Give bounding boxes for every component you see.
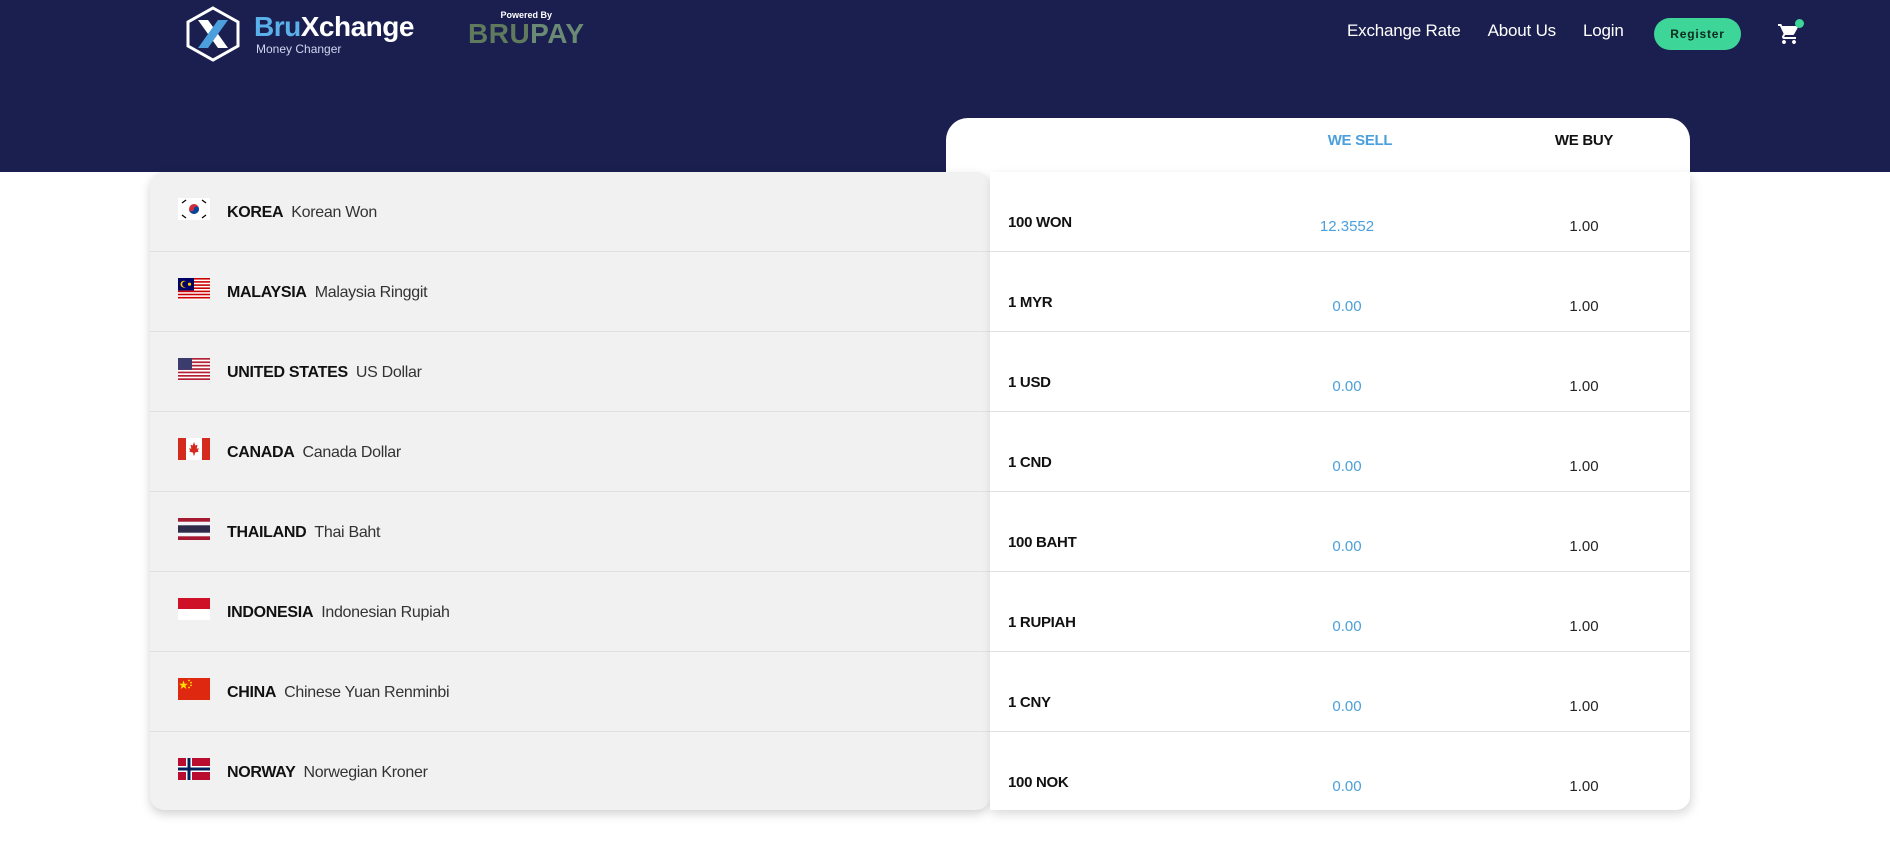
- country-row[interactable]: NORWAY Norwegian Kroner: [150, 732, 990, 810]
- buy-rate: 1.00: [1569, 778, 1599, 795]
- currency-name: Norwegian Kroner: [303, 764, 428, 781]
- sell-rate: 0.00: [1332, 298, 1362, 315]
- currency-name: Korean Won: [291, 204, 377, 221]
- canada-flag-icon: [178, 438, 210, 460]
- sell-rate: 0.00: [1332, 458, 1362, 475]
- sell-rate: 0.00: [1332, 698, 1362, 715]
- rate-unit: 1 RUPIAH: [1008, 614, 1076, 631]
- sell-rate: 0.00: [1332, 378, 1362, 395]
- country-row[interactable]: MALAYSIA Malaysia Ringgit: [150, 252, 990, 332]
- country-row[interactable]: THAILAND Thai Baht: [150, 492, 990, 572]
- rate-unit: 1 CND: [1008, 454, 1052, 471]
- nav-about-us[interactable]: About Us: [1488, 20, 1557, 42]
- rates-table: 100 WON 12.3552 1.00 1 MYR 0.00 1.00 1 U…: [990, 172, 1690, 810]
- thailand-flag-icon: [178, 518, 210, 540]
- korea-flag-icon: [178, 198, 210, 220]
- country-name: NORWAY: [227, 764, 296, 781]
- powered-by-brupay: Powered By BruPay: [468, 10, 585, 48]
- currency-name: Malaysia Ringgit: [314, 284, 428, 301]
- rate-unit: 100 WON: [1008, 214, 1072, 231]
- buy-rate: 1.00: [1569, 538, 1599, 555]
- currency-name: Thai Baht: [314, 524, 381, 541]
- buy-rate: 1.00: [1569, 698, 1599, 715]
- currency-name: Indonesian Rupiah: [321, 604, 450, 621]
- rate-unit: 1 USD: [1008, 374, 1051, 391]
- indonesia-flag-icon: [178, 598, 210, 620]
- sell-rate: 12.3552: [1319, 218, 1375, 235]
- rate-unit: 1 MYR: [1008, 294, 1053, 311]
- sell-rate: 0.00: [1332, 618, 1362, 635]
- malaysia-flag-icon: [178, 278, 210, 300]
- country-name: KOREA: [227, 204, 284, 221]
- nav-exchange-rate[interactable]: Exchange Rate: [1347, 20, 1461, 42]
- buy-rate: 1.00: [1569, 378, 1599, 395]
- china-flag-icon: [178, 678, 210, 700]
- country-row[interactable]: INDONESIA Indonesian Rupiah: [150, 572, 990, 652]
- country-name: INDONESIA: [227, 604, 314, 621]
- logo-name-part1: Bru: [254, 11, 301, 42]
- rate-row: 1 RUPIAH 0.00 1.00: [990, 572, 1690, 652]
- rate-row: 100 WON 12.3552 1.00: [990, 172, 1690, 252]
- buy-rate: 1.00: [1569, 618, 1599, 635]
- rate-row: 1 USD 0.00 1.00: [990, 332, 1690, 412]
- bruxchange-logo[interactable]: BruXchange Money Changer: [184, 6, 414, 62]
- norway-flag-icon: [178, 758, 210, 780]
- currency-name: US Dollar: [355, 364, 422, 381]
- cart-notification-dot: [1795, 19, 1804, 28]
- rate-row: 100 BAHT 0.00 1.00: [990, 492, 1690, 572]
- rate-unit: 100 NOK: [1008, 774, 1069, 791]
- currency-name: Chinese Yuan Renminbi: [284, 684, 450, 701]
- brupay-part2: Pay: [530, 18, 585, 49]
- main-nav: Exchange Rate About Us Login: [1347, 20, 1651, 42]
- currency-list: KOREA Korean Won MALAYSIA Malaysia Ringgit…: [150, 172, 990, 810]
- buy-rate: 1.00: [1569, 298, 1599, 315]
- rate-row: 100 NOK 0.00 1.00: [990, 732, 1690, 810]
- we-sell-header: WE SELL: [1327, 132, 1393, 149]
- country-name: UNITED STATES: [227, 364, 348, 381]
- sell-rate: 0.00: [1332, 538, 1362, 555]
- brupay-part1: Bru: [468, 18, 531, 49]
- country-row[interactable]: CHINA Chinese Yuan Renminbi: [150, 652, 990, 732]
- rate-unit: 100 BAHT: [1008, 534, 1077, 551]
- register-button[interactable]: Register: [1654, 18, 1741, 50]
- rate-row: 1 MYR 0.00 1.00: [990, 252, 1690, 332]
- country-row[interactable]: KOREA Korean Won: [150, 172, 990, 252]
- logo-name-part2: Xchange: [300, 11, 415, 42]
- rate-row: 1 CNY 0.00 1.00: [990, 652, 1690, 732]
- country-name: CHINA: [227, 684, 277, 701]
- logo-tagline: Money Changer: [256, 42, 342, 56]
- rate-unit: 1 CNY: [1008, 694, 1051, 711]
- country-name: THAILAND: [227, 524, 307, 541]
- buy-rate: 1.00: [1569, 218, 1599, 235]
- we-buy-header: WE BUY: [1554, 132, 1614, 149]
- bruxchange-logo-icon: [186, 6, 240, 62]
- country-row[interactable]: UNITED STATES US Dollar: [150, 332, 990, 412]
- sell-rate: 0.00: [1332, 778, 1362, 795]
- nav-login[interactable]: Login: [1583, 20, 1624, 42]
- country-row[interactable]: CANADA Canada Dollar: [150, 412, 990, 492]
- buy-rate: 1.00: [1569, 458, 1599, 475]
- usa-flag-icon: [178, 358, 210, 380]
- rate-row: 1 CND 0.00 1.00: [990, 412, 1690, 492]
- country-name: MALAYSIA: [227, 284, 307, 301]
- currency-name: Canada Dollar: [302, 444, 402, 461]
- country-name: CANADA: [227, 444, 295, 461]
